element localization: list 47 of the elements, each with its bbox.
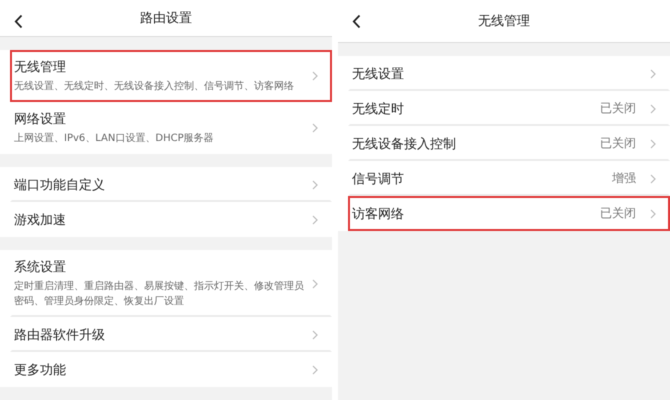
item-label: 端口功能自定义 <box>14 176 106 194</box>
back-icon[interactable] <box>352 14 361 29</box>
menu-item[interactable]: 无线定时 已关闭 <box>348 91 670 126</box>
chevron-icon <box>650 104 656 114</box>
chevron-icon <box>312 180 318 190</box>
item-description: 上网设置、IPv6、LAN口设置、DHCP服务器 <box>14 132 215 146</box>
chevron-icon <box>312 214 318 224</box>
item-label: 游戏加速 <box>14 212 67 228</box>
item-value: 已关闭 <box>600 135 636 152</box>
item-label: 无线设置 <box>352 66 405 82</box>
menu-item[interactable]: 信号调节 增强 <box>348 161 670 196</box>
item-label: 无线设备接入控制 <box>352 136 457 152</box>
menu-item[interactable]: 访客网络 已关闭 <box>348 196 670 231</box>
chevron-icon <box>312 71 318 81</box>
chevron-icon <box>312 364 318 374</box>
chevron-icon <box>650 68 656 78</box>
chevron-icon <box>312 330 318 340</box>
menu-item[interactable]: 无线设备接入控制 已关闭 <box>348 126 670 161</box>
item-value: 已关闭 <box>600 100 636 117</box>
menu-item[interactable]: 更多功能 <box>10 352 332 387</box>
item-description: 定时重启清理、重启路由器、易展按键、指示灯开关、修改管理员密码、管理员身份限定、恢复出厂设置 <box>14 280 305 309</box>
item-value: 增强 <box>612 170 636 187</box>
chevron-icon <box>312 278 318 288</box>
item-label: 访客网络 <box>352 206 405 222</box>
menu-item[interactable]: 路由器软件升级 <box>10 317 332 352</box>
item-label: 无线管理 <box>14 59 67 76</box>
chevron-icon <box>650 208 656 218</box>
menu-item[interactable]: 游戏加速 <box>10 202 332 237</box>
item-label: 系统设置 <box>14 259 67 276</box>
menu-item[interactable]: 端口功能自定义 <box>10 167 332 202</box>
item-value: 已关闭 <box>600 205 636 222</box>
item-label: 路由器软件升级 <box>14 326 106 344</box>
screen-title: 路由设置 <box>140 10 192 27</box>
chevron-icon <box>650 174 656 184</box>
chevron-icon <box>312 123 318 133</box>
screen-title: 无线管理 <box>478 13 530 30</box>
back-icon[interactable] <box>14 14 23 29</box>
menu-item[interactable]: 无线设置 <box>348 56 670 91</box>
item-label: 更多功能 <box>14 362 67 378</box>
item-description: 无线设置、无线定时、无线设备接入控制、信号调节、访客网络 <box>14 80 295 94</box>
menu-item[interactable]: 无线管理 无线设置、无线定时、无线设备接入控制、信号调节、访客网络 <box>10 50 332 102</box>
item-label: 网络设置 <box>14 111 67 128</box>
menu-item[interactable]: 网络设置 上网设置、IPv6、LAN口设置、DHCP服务器 <box>10 102 332 154</box>
chevron-icon <box>650 138 656 148</box>
item-label: 信号调节 <box>352 170 405 188</box>
menu-item[interactable]: 系统设置 定时重启清理、重启路由器、易展按键、指示灯开关、修改管理员密码、管理员身份限定、恢复出厂设置 <box>10 250 332 317</box>
item-label: 无线定时 <box>352 100 405 118</box>
